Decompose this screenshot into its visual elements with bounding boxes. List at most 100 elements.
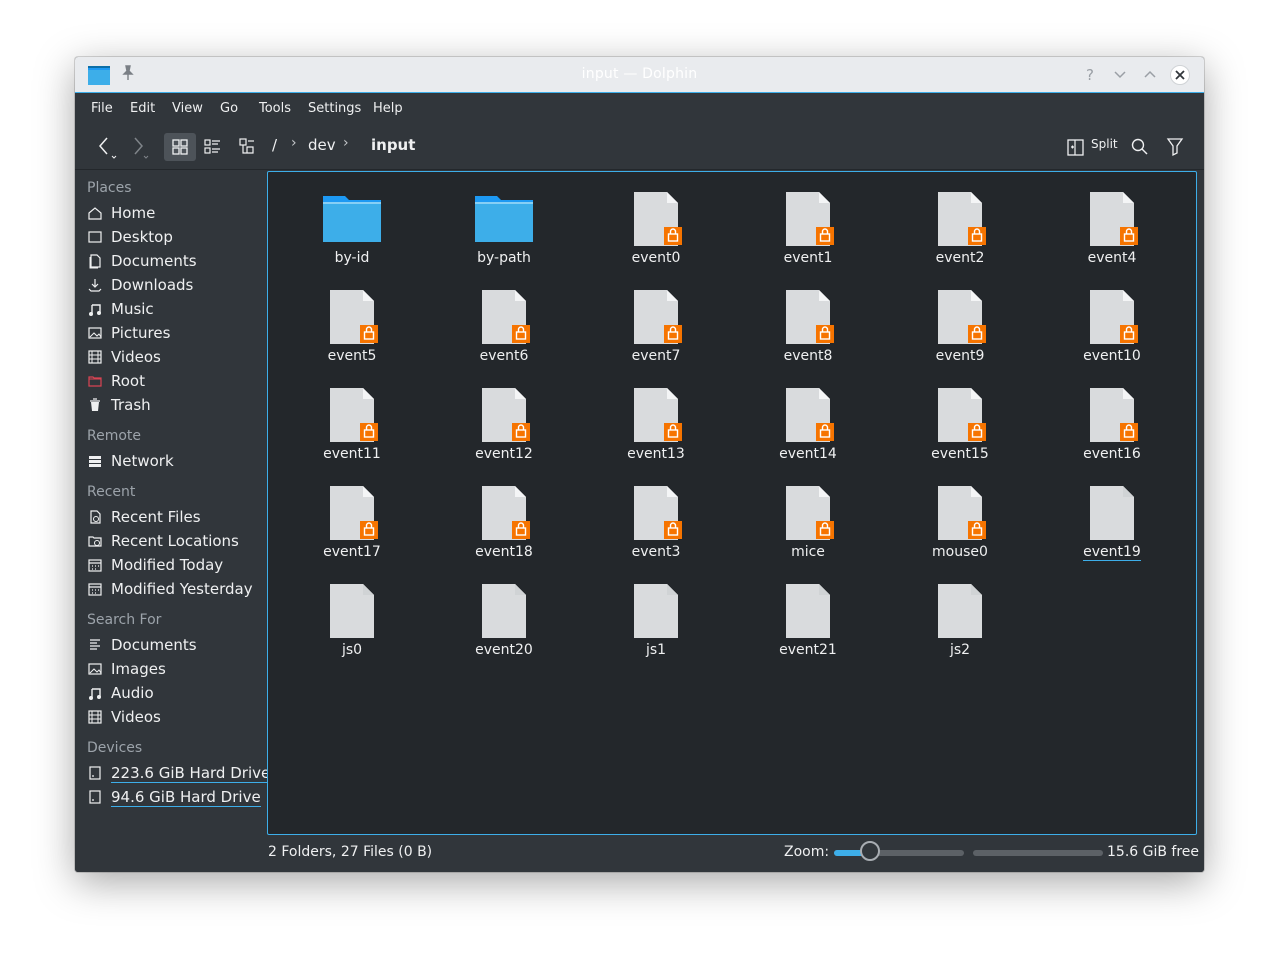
file-item[interactable]: event21 <box>748 572 868 668</box>
file-view[interactable]: by-id by-path event0 event1 event2 event4 even… <box>267 171 1197 835</box>
file-item[interactable]: mouse0 <box>900 474 1020 570</box>
title-bar[interactable]: input — Dolphin ? <box>75 57 1204 93</box>
menu-tools[interactable]: Tools <box>259 101 291 116</box>
minimize-button[interactable] <box>1110 65 1130 85</box>
file-name-text: event13 <box>627 446 685 462</box>
sidebar-item-223-6-gib-hard-drive[interactable]: 223.6 GiB Hard Drive <box>87 762 271 784</box>
file-item[interactable]: js2 <box>900 572 1020 668</box>
folder-item[interactable]: by-path <box>444 180 564 276</box>
split-button[interactable]: Split <box>1091 137 1118 151</box>
search-icon <box>1131 138 1148 155</box>
folder-icon <box>474 188 534 248</box>
locked-file-icon <box>1082 188 1142 248</box>
zoom-slider-handle[interactable] <box>860 841 880 861</box>
file-item[interactable]: event2 <box>900 180 1020 276</box>
sidebar-item-desktop[interactable]: Desktop <box>87 226 173 248</box>
sidebar-item-modified-today[interactable]: Modified Today <box>87 554 223 576</box>
file-name: event11 <box>292 446 412 462</box>
sidebar-item-music[interactable]: Music <box>87 298 154 320</box>
sidebar-item-images[interactable]: Images <box>87 658 166 680</box>
file-item[interactable]: event1 <box>748 180 868 276</box>
sidebar-item-label: Pictures <box>111 324 171 342</box>
file-item[interactable]: event12 <box>444 376 564 472</box>
file-name-text: js2 <box>949 642 971 658</box>
sidebar-item-label: Images <box>111 660 166 678</box>
sidebar-item-audio[interactable]: Audio <box>87 682 154 704</box>
menu-edit[interactable]: Edit <box>130 101 155 116</box>
menu-view[interactable]: View <box>172 101 203 116</box>
breadcrumb-input[interactable]: input <box>371 136 415 154</box>
sidebar-item-root[interactable]: Root <box>87 370 145 392</box>
compact-view-button[interactable] <box>199 133 227 161</box>
file-item[interactable]: event13 <box>596 376 716 472</box>
sidebar-item-label: Recent Files <box>111 508 201 526</box>
menu-help[interactable]: Help <box>373 101 403 116</box>
file-item[interactable]: event8 <box>748 278 868 374</box>
sidebar-item-videos[interactable]: Videos <box>87 346 161 368</box>
file-item[interactable]: event7 <box>596 278 716 374</box>
file-name-text: event17 <box>323 544 381 560</box>
menu-file[interactable]: File <box>91 101 113 116</box>
file-item[interactable]: event3 <box>596 474 716 570</box>
locked-file-icon <box>474 482 534 542</box>
file-item[interactable]: event11 <box>292 376 412 472</box>
sidebar-item-videos[interactable]: Videos <box>87 706 161 728</box>
sidebar-item-downloads[interactable]: Downloads <box>87 274 193 296</box>
file-item[interactable]: event5 <box>292 278 412 374</box>
sidebar-item-modified-yesterday[interactable]: Modified Yesterday <box>87 578 253 600</box>
breadcrumb-dev[interactable]: dev <box>308 136 336 154</box>
file-item[interactable]: event4 <box>1052 180 1172 276</box>
folder-item[interactable]: by-id <box>292 180 412 276</box>
file-item[interactable]: event0 <box>596 180 716 276</box>
search-button[interactable] <box>1128 133 1152 161</box>
file-item[interactable]: event16 <box>1052 376 1172 472</box>
forward-button[interactable] <box>127 133 155 161</box>
sidebar-item-documents[interactable]: Documents <box>87 250 197 272</box>
icons-view-icon <box>172 139 188 155</box>
locked-file-icon <box>322 286 382 346</box>
file-icon <box>474 580 534 640</box>
details-view-icon <box>239 138 254 154</box>
file-item[interactable]: event18 <box>444 474 564 570</box>
sidebar-item-documents[interactable]: Documents <box>87 634 197 656</box>
file-item[interactable]: event17 <box>292 474 412 570</box>
menu-go[interactable]: Go <box>220 101 238 116</box>
free-space-bar <box>973 850 1103 856</box>
back-button[interactable] <box>93 133 121 161</box>
sidebar-item-pictures[interactable]: Pictures <box>87 322 170 344</box>
file-item[interactable]: js1 <box>596 572 716 668</box>
sidebar-item-trash[interactable]: Trash <box>87 394 151 416</box>
menu-settings[interactable]: Settings <box>308 101 361 116</box>
close-button[interactable] <box>1170 65 1190 85</box>
filter-button[interactable] <box>1163 133 1187 161</box>
details-view-button[interactable] <box>233 133 261 161</box>
file-item[interactable]: event20 <box>444 572 564 668</box>
file-item[interactable]: event6 <box>444 278 564 374</box>
icons-view-button[interactable] <box>164 133 196 161</box>
maximize-button[interactable] <box>1140 65 1160 85</box>
section-places: Places <box>87 180 132 196</box>
sidebar-item-network[interactable]: Network <box>87 450 174 472</box>
file-item[interactable]: event10 <box>1052 278 1172 374</box>
file-name-text: event8 <box>783 348 833 364</box>
split-button-icon-wrap[interactable] <box>1065 133 1089 161</box>
file-name: event17 <box>292 544 412 560</box>
file-item[interactable]: mice <box>748 474 868 570</box>
file-name-text: event0 <box>631 250 681 266</box>
sidebar-item-home[interactable]: Home <box>87 202 155 224</box>
file-item[interactable]: event19 <box>1052 474 1172 570</box>
calendar-icon <box>87 581 103 597</box>
sidebar-item-recent-files[interactable]: Recent Files <box>87 506 201 528</box>
section-search: Search For <box>87 612 162 628</box>
file-item[interactable]: event9 <box>900 278 1020 374</box>
breadcrumb-root[interactable]: / <box>272 136 277 154</box>
file-item[interactable]: event14 <box>748 376 868 472</box>
file-item[interactable]: event15 <box>900 376 1020 472</box>
breadcrumb-separator-icon: › <box>343 135 349 151</box>
sidebar-item-94-6-gib-hard-drive[interactable]: 94.6 GiB Hard Drive <box>87 786 261 808</box>
sidebar-item-recent-locations[interactable]: Recent Locations <box>87 530 239 552</box>
file-name: event12 <box>444 446 564 462</box>
sidebar-item-label: Root <box>111 372 145 390</box>
help-button[interactable]: ? <box>1080 65 1100 85</box>
file-item[interactable]: js0 <box>292 572 412 668</box>
